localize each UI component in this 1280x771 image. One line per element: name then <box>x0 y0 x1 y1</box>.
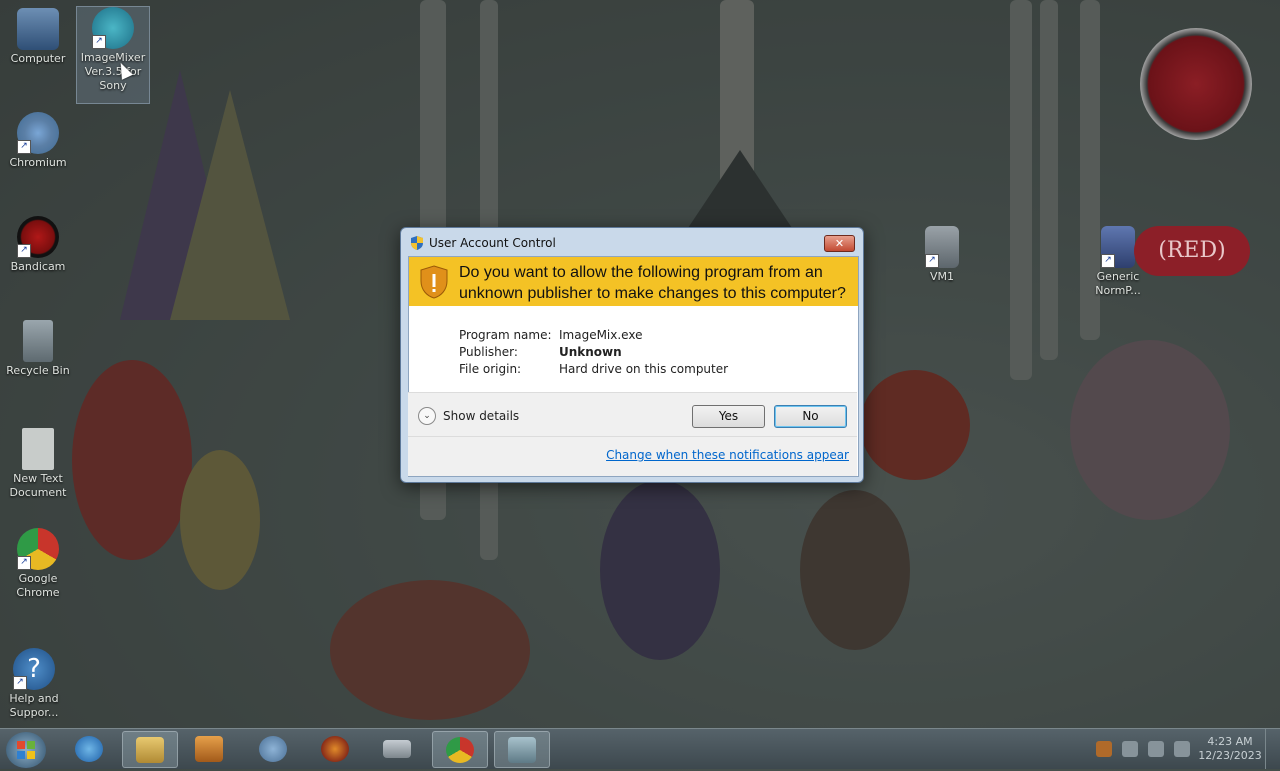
publisher-value: Unknown <box>559 345 622 359</box>
desktop-icon-bandicam[interactable]: ↗ Bandicam <box>2 216 74 274</box>
uac-dialog: User Account Control ✕ Do you want to al… <box>400 227 864 483</box>
media-player-icon <box>195 736 223 762</box>
desktop-icon-recycle-bin[interactable]: Recycle Bin <box>2 320 74 378</box>
info-row: Program name: ImageMix.exe <box>459 327 728 344</box>
file-explorer-icon <box>136 737 164 763</box>
warning-banner: Do you want to allow the following progr… <box>409 257 858 306</box>
bandicam-icon: ↗ <box>17 216 59 258</box>
taskbar: 4:23 AM 12/23/2023 <box>0 728 1280 769</box>
text-document-icon <box>22 428 54 470</box>
show-desktop-button[interactable] <box>1265 729 1280 769</box>
desktop-icon-label: Google Chrome <box>16 572 60 599</box>
desktop-icon-label: Bandicam <box>10 260 66 273</box>
info-row: File origin: Hard drive on this computer <box>459 361 728 378</box>
info-key: File origin: <box>459 362 522 376</box>
desktop-icon-label: New Text Document <box>9 472 67 499</box>
dialog-titlebar[interactable]: User Account Control ✕ <box>401 228 863 256</box>
desktop-icon-imagemixer[interactable]: ↗ ImageMixer Ver.3.5 for Sony <box>76 6 150 104</box>
shortcut-arrow-icon: ↗ <box>925 254 939 268</box>
shortcut-arrow-icon: ↗ <box>1101 254 1115 268</box>
dialog-title: User Account Control <box>429 236 556 250</box>
help-icon: ? ↗ <box>13 648 55 690</box>
file-origin-value: Hard drive on this computer <box>559 362 729 376</box>
clock-time: 4:23 AM <box>1207 735 1253 748</box>
taskbar-item-file-explorer[interactable] <box>122 731 178 768</box>
info-key: Publisher: <box>459 345 518 359</box>
shortcut-arrow-icon: ↗ <box>17 140 31 154</box>
shortcut-arrow-icon: ↗ <box>17 244 31 258</box>
taskbar-item-keyboard[interactable] <box>370 731 424 766</box>
yes-button[interactable]: Yes <box>692 405 765 428</box>
keyboard-icon <box>383 740 411 758</box>
chevron-down-icon: ⌄ <box>418 407 436 425</box>
chromium-icon: ↗ <box>17 112 59 154</box>
desktop-icon-label: Generic NormP... <box>1095 270 1141 297</box>
chrome-icon <box>446 737 474 763</box>
taskbar-item-internet-explorer[interactable] <box>62 731 116 766</box>
desktop-icon-label: VM1 <box>929 270 954 283</box>
uac-shield-icon <box>411 236 423 250</box>
show-details-label: Show details <box>443 409 520 423</box>
desktop-icon-chromium[interactable]: ↗ Chromium <box>2 112 74 170</box>
clock-date: 12/23/2023 <box>1198 749 1262 762</box>
system-tray: 4:23 AM 12/23/2023 <box>1091 729 1280 769</box>
desktop-icon-label: ImageMixer Ver.3.5 for Sony <box>80 51 146 92</box>
recycle-bin-icon <box>23 320 53 362</box>
shortcut-arrow-icon: ↗ <box>17 556 31 570</box>
taskbar-item-chromium[interactable] <box>246 731 300 766</box>
tray-icon-volume-muted[interactable] <box>1174 741 1190 757</box>
desktop-icon-vm1[interactable]: ↗ VM1 <box>906 226 978 284</box>
change-notifications-link[interactable]: Change when these notifications appear <box>606 448 849 462</box>
close-button[interactable]: ✕ <box>824 235 855 252</box>
desktop-icon-label: Help and Suppor... <box>9 692 59 719</box>
desktop-icon-label: Computer <box>10 52 66 65</box>
window-icon <box>508 737 536 763</box>
red-badge-gadget[interactable]: (RED) <box>1134 226 1250 276</box>
windows-logo-icon <box>17 741 35 759</box>
start-button[interactable] <box>6 732 46 768</box>
desktop-icon-label: Chromium <box>9 156 67 169</box>
desktop-icon-new-text-document[interactable]: New Text Document <box>2 428 74 500</box>
desktop-icon-label: Recycle Bin <box>6 364 70 377</box>
imagemixer-icon: ↗ <box>92 7 134 49</box>
taskbar-item-chrome[interactable] <box>432 731 488 768</box>
internet-explorer-icon <box>75 736 103 762</box>
program-info: Program name: ImageMix.exe Publisher: Un… <box>459 327 728 378</box>
program-name-value: ImageMix.exe <box>559 328 643 342</box>
warning-shield-icon <box>420 265 448 299</box>
tray-icon-app[interactable] <box>1096 741 1112 757</box>
taskbar-item-firefox[interactable] <box>308 731 362 766</box>
no-button[interactable]: No <box>774 405 847 428</box>
shortcut-arrow-icon: ↗ <box>92 35 106 49</box>
firefox-icon <box>321 736 349 762</box>
chrome-icon: ↗ <box>17 528 59 570</box>
footer-divider <box>408 436 857 437</box>
desktop-icon-google-chrome[interactable]: ↗ Google Chrome <box>2 528 74 600</box>
desktop-icon-help-support[interactable]: ? ↗ Help and Suppor... <box>0 648 70 720</box>
shortcut-arrow-icon: ↗ <box>13 676 27 690</box>
taskbar-clock[interactable]: 4:23 AM 12/23/2023 <box>1195 735 1265 763</box>
generic-app-icon: ↗ <box>1101 226 1135 268</box>
uac-question: Do you want to allow the following progr… <box>459 264 846 302</box>
show-details-toggle[interactable]: ⌄ Show details <box>418 407 519 425</box>
vm-icon: ↗ <box>925 226 959 268</box>
info-key: Program name: <box>459 328 552 342</box>
info-row: Publisher: Unknown <box>459 344 728 361</box>
chromium-icon <box>259 736 287 762</box>
desktop-icon-computer[interactable]: Computer <box>2 8 74 66</box>
clock-gadget[interactable] <box>1140 28 1252 140</box>
tray-icon-action-center[interactable] <box>1148 741 1164 757</box>
computer-icon <box>17 8 59 50</box>
tray-icon-network-error[interactable] <box>1122 741 1138 757</box>
taskbar-item-media-player[interactable] <box>182 731 236 766</box>
taskbar-item-window[interactable] <box>494 731 550 768</box>
